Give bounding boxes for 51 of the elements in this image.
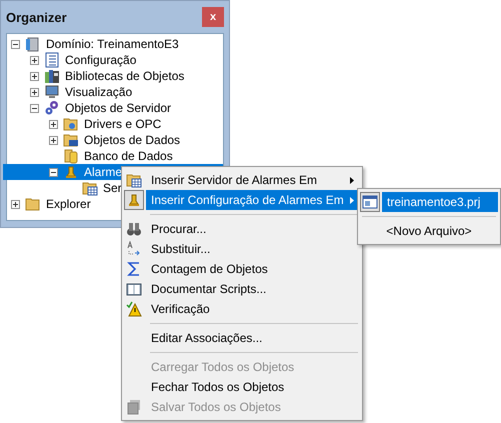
- menu-item[interactable]: treinamentoe3.prj: [382, 192, 498, 212]
- book-icon: [126, 281, 142, 297]
- expand-toggle[interactable]: [30, 88, 39, 96]
- expand-toggle[interactable]: [30, 72, 39, 80]
- warning-icon: [126, 301, 142, 317]
- monitor-icon: [44, 84, 60, 100]
- tree-item[interactable]: Ser: [103, 181, 122, 195]
- submenu-arrow-icon: [350, 196, 354, 204]
- menu-item[interactable]: Fechar Todos os Objetos: [146, 377, 360, 397]
- tree-item[interactable]: Banco de Dados: [84, 149, 173, 163]
- library-icon: [44, 68, 60, 84]
- expand-toggle[interactable]: [30, 56, 39, 64]
- folder-icon: [63, 116, 79, 132]
- folder-icon: [25, 196, 41, 212]
- menu-item[interactable]: Editar Associações...: [146, 328, 360, 348]
- folder-icon: [126, 172, 142, 188]
- tree-item[interactable]: Visualização: [65, 85, 132, 99]
- tree-item[interactable]: Configuração: [65, 53, 136, 67]
- binoculars-icon: [126, 221, 142, 237]
- folder-icon: [63, 132, 79, 148]
- tree-item[interactable]: Bibliotecas de Objetos: [65, 69, 184, 83]
- replace-icon: [126, 241, 142, 257]
- menu-item[interactable]: <Novo Arquivo>: [360, 221, 498, 241]
- menu-item[interactable]: Verificação: [146, 299, 360, 319]
- expand-toggle[interactable]: [11, 200, 20, 208]
- sigma-icon: [126, 261, 142, 277]
- window-icon: [362, 194, 378, 210]
- panel-title: Organizer: [6, 10, 67, 24]
- expand-toggle[interactable]: [49, 136, 58, 144]
- menu-item[interactable]: Contagem de Objetos: [146, 259, 360, 279]
- tree-item[interactable]: Drivers e OPC: [84, 117, 162, 131]
- close-button[interactable]: x: [202, 7, 224, 27]
- collapse-toggle[interactable]: [30, 104, 39, 112]
- tree-item[interactable]: Domínio: TreinamentoE3: [46, 37, 179, 51]
- folder-icon: [82, 180, 98, 196]
- expand-toggle[interactable]: [49, 120, 58, 128]
- tree-item[interactable]: Explorer: [46, 197, 91, 211]
- list-icon: [44, 52, 60, 68]
- submenu-arrow-icon: [350, 176, 354, 184]
- save-icon: [126, 399, 142, 415]
- tree-item[interactable]: Alarme: [84, 165, 122, 179]
- server-icon: [25, 36, 41, 52]
- database-icon: [63, 148, 79, 164]
- collapse-toggle[interactable]: [11, 40, 20, 48]
- tree-item[interactable]: Objetos de Servidor: [65, 101, 172, 115]
- menu-item[interactable]: Procurar...: [146, 219, 360, 239]
- menu-item[interactable]: Substituir...: [146, 239, 360, 259]
- menu-item[interactable]: Inserir Configuração de Alarmes Em: [146, 190, 360, 210]
- menu-item[interactable]: Documentar Scripts...: [146, 279, 360, 299]
- tree-item[interactable]: Objetos de Dados: [84, 133, 180, 147]
- menu-item[interactable]: Inserir Servidor de Alarmes Em: [146, 170, 360, 190]
